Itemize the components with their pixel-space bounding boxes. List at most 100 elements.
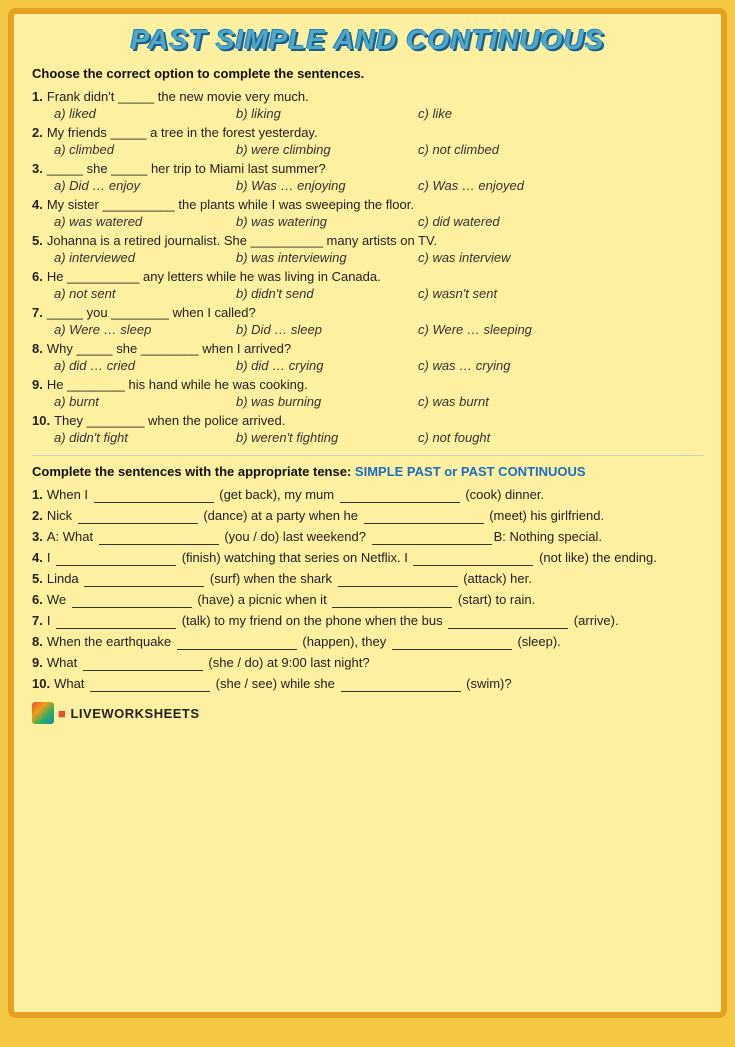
options-row: a) not sentb) didn't sendc) wasn't sent [32, 286, 703, 301]
options-row: a) Were … sleepb) Did … sleepc) Were … s… [32, 322, 703, 337]
logo-icon [32, 702, 54, 724]
blank [56, 613, 176, 629]
question-num: 9. [32, 655, 43, 670]
worksheet-container: PAST SIMPLE AND CONTINUOUS Choose the co… [8, 8, 727, 1018]
question-num: 6. [32, 269, 43, 284]
liveworksheets-logo: ■ LIVEWORKSHEETS [32, 702, 200, 724]
question-num: 10. [32, 676, 50, 691]
section1: Choose the correct option to complete th… [32, 66, 703, 445]
question-text: 4.My sister __________ the plants while … [32, 197, 703, 212]
section2-item: 9.What (she / do) at 9:00 last night? [32, 655, 703, 671]
question-item: 8.Why _____ she ________ when I arrived?… [32, 341, 703, 373]
question-num: 8. [32, 341, 43, 356]
question-item: 1.Frank didn't _____ the new movie very … [32, 89, 703, 121]
blank [448, 613, 568, 629]
blank [413, 550, 533, 566]
footer: ■ LIVEWORKSHEETS [32, 702, 703, 724]
question-text: 3._____ she _____ her trip to Miami last… [32, 161, 703, 176]
question-num: 1. [32, 89, 43, 104]
question-item: 7._____ you ________ when I called?a) We… [32, 305, 703, 337]
section2-item: 1.When I (get back), my mum (cook) dinne… [32, 487, 703, 503]
blank [177, 634, 297, 650]
question-num: 4. [32, 197, 43, 212]
blank [332, 592, 452, 608]
question-num: 7. [32, 613, 43, 628]
question-num: 7. [32, 305, 43, 320]
option: c) wasn't sent [418, 286, 598, 301]
question-num: 10. [32, 413, 50, 428]
question-num: 2. [32, 125, 43, 140]
question-num: 5. [32, 571, 43, 586]
option: c) Were … sleeping [418, 322, 598, 337]
option: a) climbed [54, 142, 234, 157]
section1-instruction: Choose the correct option to complete th… [32, 66, 703, 81]
blank [364, 508, 484, 524]
page-title: PAST SIMPLE AND CONTINUOUS [32, 24, 703, 56]
options-row: a) didn't fightb) weren't fightingc) not… [32, 430, 703, 445]
question-item: 3._____ she _____ her trip to Miami last… [32, 161, 703, 193]
option: c) like [418, 106, 598, 121]
option: c) was burnt [418, 394, 598, 409]
blank [56, 550, 176, 566]
section1-questions: 1.Frank didn't _____ the new movie very … [32, 89, 703, 445]
logo-text: ■ LIVEWORKSHEETS [58, 706, 200, 721]
question-text: 5.Johanna is a retired journalist. She _… [32, 233, 703, 248]
question-num: 6. [32, 592, 43, 607]
section2-item: 7.I (talk) to my friend on the phone whe… [32, 613, 703, 629]
question-text: 8.Why _____ she ________ when I arrived? [32, 341, 703, 356]
option: b) were climbing [236, 142, 416, 157]
option: a) didn't fight [54, 430, 234, 445]
section2-item: 3.A: What (you / do) last weekend? B: No… [32, 529, 703, 545]
question-item: 5.Johanna is a retired journalist. She _… [32, 233, 703, 265]
blank [338, 571, 458, 587]
option: c) did watered [418, 214, 598, 229]
question-text: 10.They ________ when the police arrived… [32, 413, 703, 428]
blank [341, 676, 461, 692]
option: b) Did … sleep [236, 322, 416, 337]
option: a) was watered [54, 214, 234, 229]
option: b) was burning [236, 394, 416, 409]
section2: Complete the sentences with the appropri… [32, 464, 703, 692]
question-item: 2.My friends _____ a tree in the forest … [32, 125, 703, 157]
blank [90, 676, 210, 692]
option: a) did … cried [54, 358, 234, 373]
question-item: 6.He __________ any letters while he was… [32, 269, 703, 301]
option: b) did … crying [236, 358, 416, 373]
option: a) interviewed [54, 250, 234, 265]
question-text: 9.He ________ his hand while he was cook… [32, 377, 703, 392]
blank [83, 655, 203, 671]
question-text: 2.My friends _____ a tree in the forest … [32, 125, 703, 140]
question-num: 3. [32, 161, 43, 176]
option: a) burnt [54, 394, 234, 409]
section2-instruction: Complete the sentences with the appropri… [32, 464, 703, 479]
option: c) not climbed [418, 142, 598, 157]
question-item: 10.They ________ when the police arrived… [32, 413, 703, 445]
section2-item: 5.Linda (surf) when the shark (attack) h… [32, 571, 703, 587]
question-item: 9.He ________ his hand while he was cook… [32, 377, 703, 409]
blank [340, 487, 460, 503]
blank [392, 634, 512, 650]
option: b) was interviewing [236, 250, 416, 265]
question-text: 1.Frank didn't _____ the new movie very … [32, 89, 703, 104]
option: c) not fought [418, 430, 598, 445]
question-item: 4.My sister __________ the plants while … [32, 197, 703, 229]
blank [78, 508, 198, 524]
section2-item: 8.When the earthquake (happen), they (sl… [32, 634, 703, 650]
option: c) was interview [418, 250, 598, 265]
question-num: 1. [32, 487, 43, 502]
section2-item: 10.What (she / see) while she (swim)? [32, 676, 703, 692]
question-num: 5. [32, 233, 43, 248]
option: b) liking [236, 106, 416, 121]
option: a) not sent [54, 286, 234, 301]
section2-item: 6.We (have) a picnic when it (start) to … [32, 592, 703, 608]
blank [84, 571, 204, 587]
question-text: 6.He __________ any letters while he was… [32, 269, 703, 284]
blank [99, 529, 219, 545]
question-num: 8. [32, 634, 43, 649]
blank [72, 592, 192, 608]
option: b) was watering [236, 214, 416, 229]
question-num: 4. [32, 550, 43, 565]
question-num: 2. [32, 508, 43, 523]
blank [372, 529, 492, 545]
section2-item: 2.Nick (dance) at a party when he (meet)… [32, 508, 703, 524]
